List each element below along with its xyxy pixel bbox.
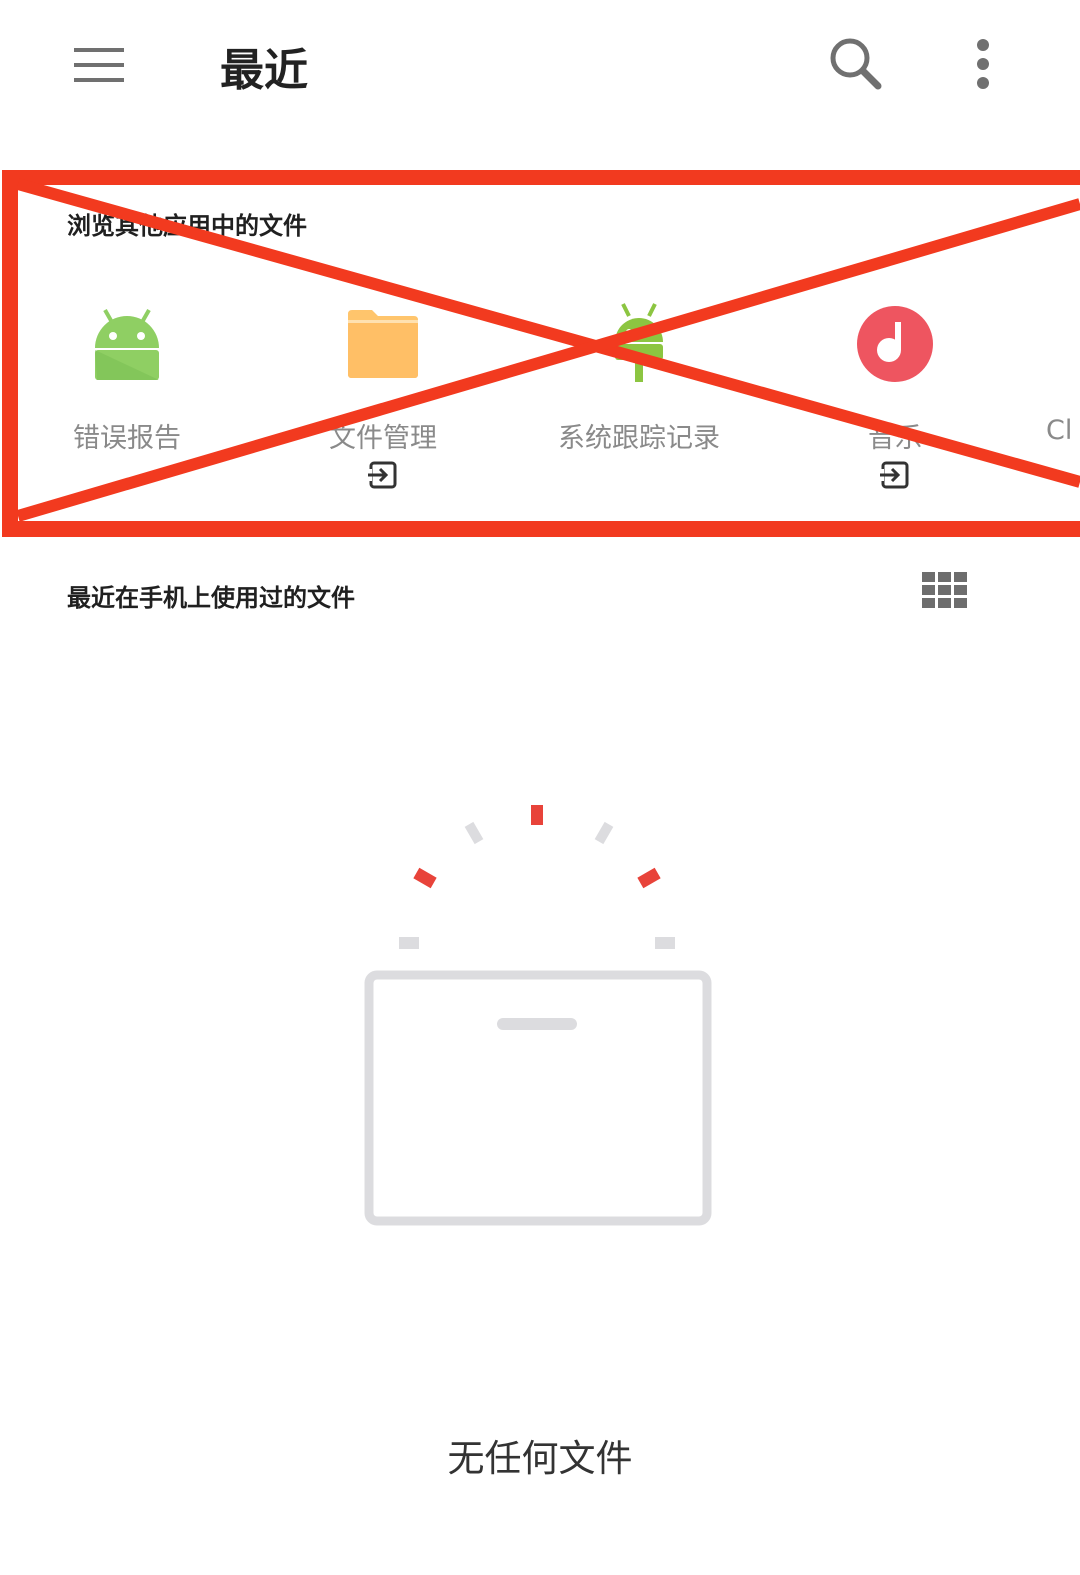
empty-box-illustration: [364, 805, 712, 1226]
empty-state-text: 无任何文件: [447, 1437, 633, 1480]
other-apps-heading: 浏览其他应用中的文件: [67, 212, 307, 240]
app-item-music[interactable]: 音乐: [790, 300, 1000, 500]
music-icon: [857, 306, 933, 382]
open-in-app-icon: [368, 461, 397, 489]
folder-icon: [348, 310, 418, 378]
app-label-bug-report: 错误报告: [73, 423, 181, 454]
app-label-system-trace: 系统跟踪记录: [558, 423, 720, 454]
more-vert-icon: [977, 39, 989, 89]
open-in-app-icon: [880, 461, 909, 489]
android-trace-icon: [615, 303, 663, 382]
app-label-music: 音乐: [868, 423, 922, 454]
search-button[interactable]: [822, 30, 892, 100]
app-item-bug-report[interactable]: 错误报告: [22, 300, 232, 500]
app-label-truncated[interactable]: Cl: [1046, 415, 1072, 446]
search-icon: [830, 38, 882, 90]
top-app-bar: 最近: [0, 0, 1080, 135]
app-item-system-trace[interactable]: 系统跟踪记录: [534, 300, 744, 500]
other-apps-section: 浏览其他应用中的文件 错误报告 文件管理 系统跟踪记录 音乐 Cl: [0, 170, 1080, 540]
grid-view-icon: [922, 572, 967, 608]
recent-files-heading: 最近在手机上使用过的文件: [67, 584, 355, 612]
menu-button[interactable]: [60, 30, 138, 100]
more-options-button[interactable]: [950, 30, 1016, 100]
android-bug-report-icon: [95, 309, 159, 380]
page-title: 最近: [220, 45, 308, 96]
hamburger-menu-icon: [74, 48, 124, 82]
app-item-file-manager[interactable]: 文件管理: [278, 300, 488, 500]
app-label-file-manager: 文件管理: [329, 423, 437, 454]
grid-view-toggle[interactable]: [920, 570, 970, 610]
